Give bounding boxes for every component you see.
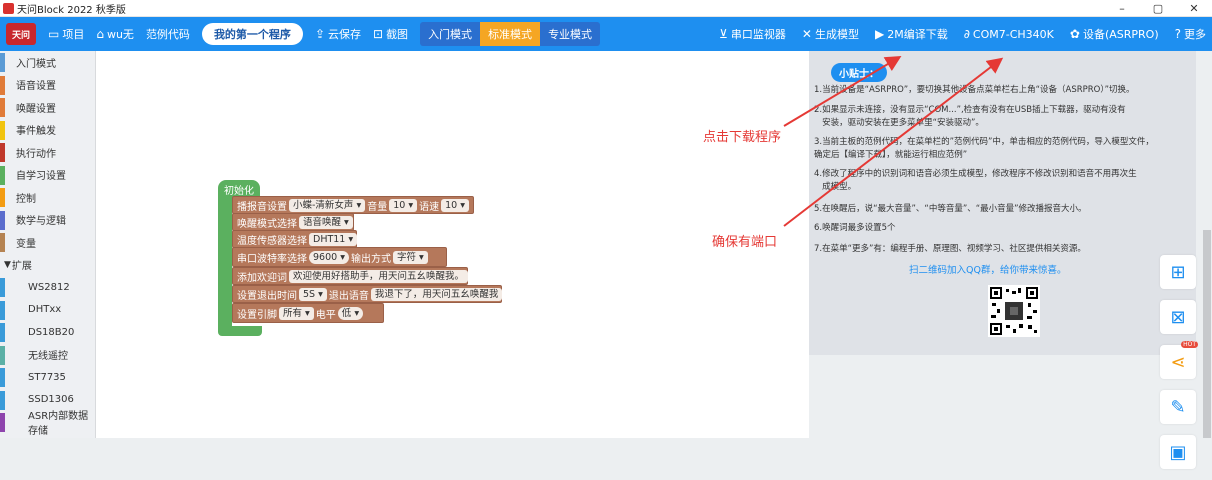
arrow-to-port	[783, 57, 1004, 227]
annotation-arrows	[783, 55, 1004, 227]
arrow-to-download	[783, 55, 902, 127]
grid-icon[interactable]: ▣	[1160, 435, 1196, 469]
annotation-ensure-port: 确保有端口	[712, 235, 778, 250]
annotation-click-download: 点击下载程序	[703, 130, 782, 145]
